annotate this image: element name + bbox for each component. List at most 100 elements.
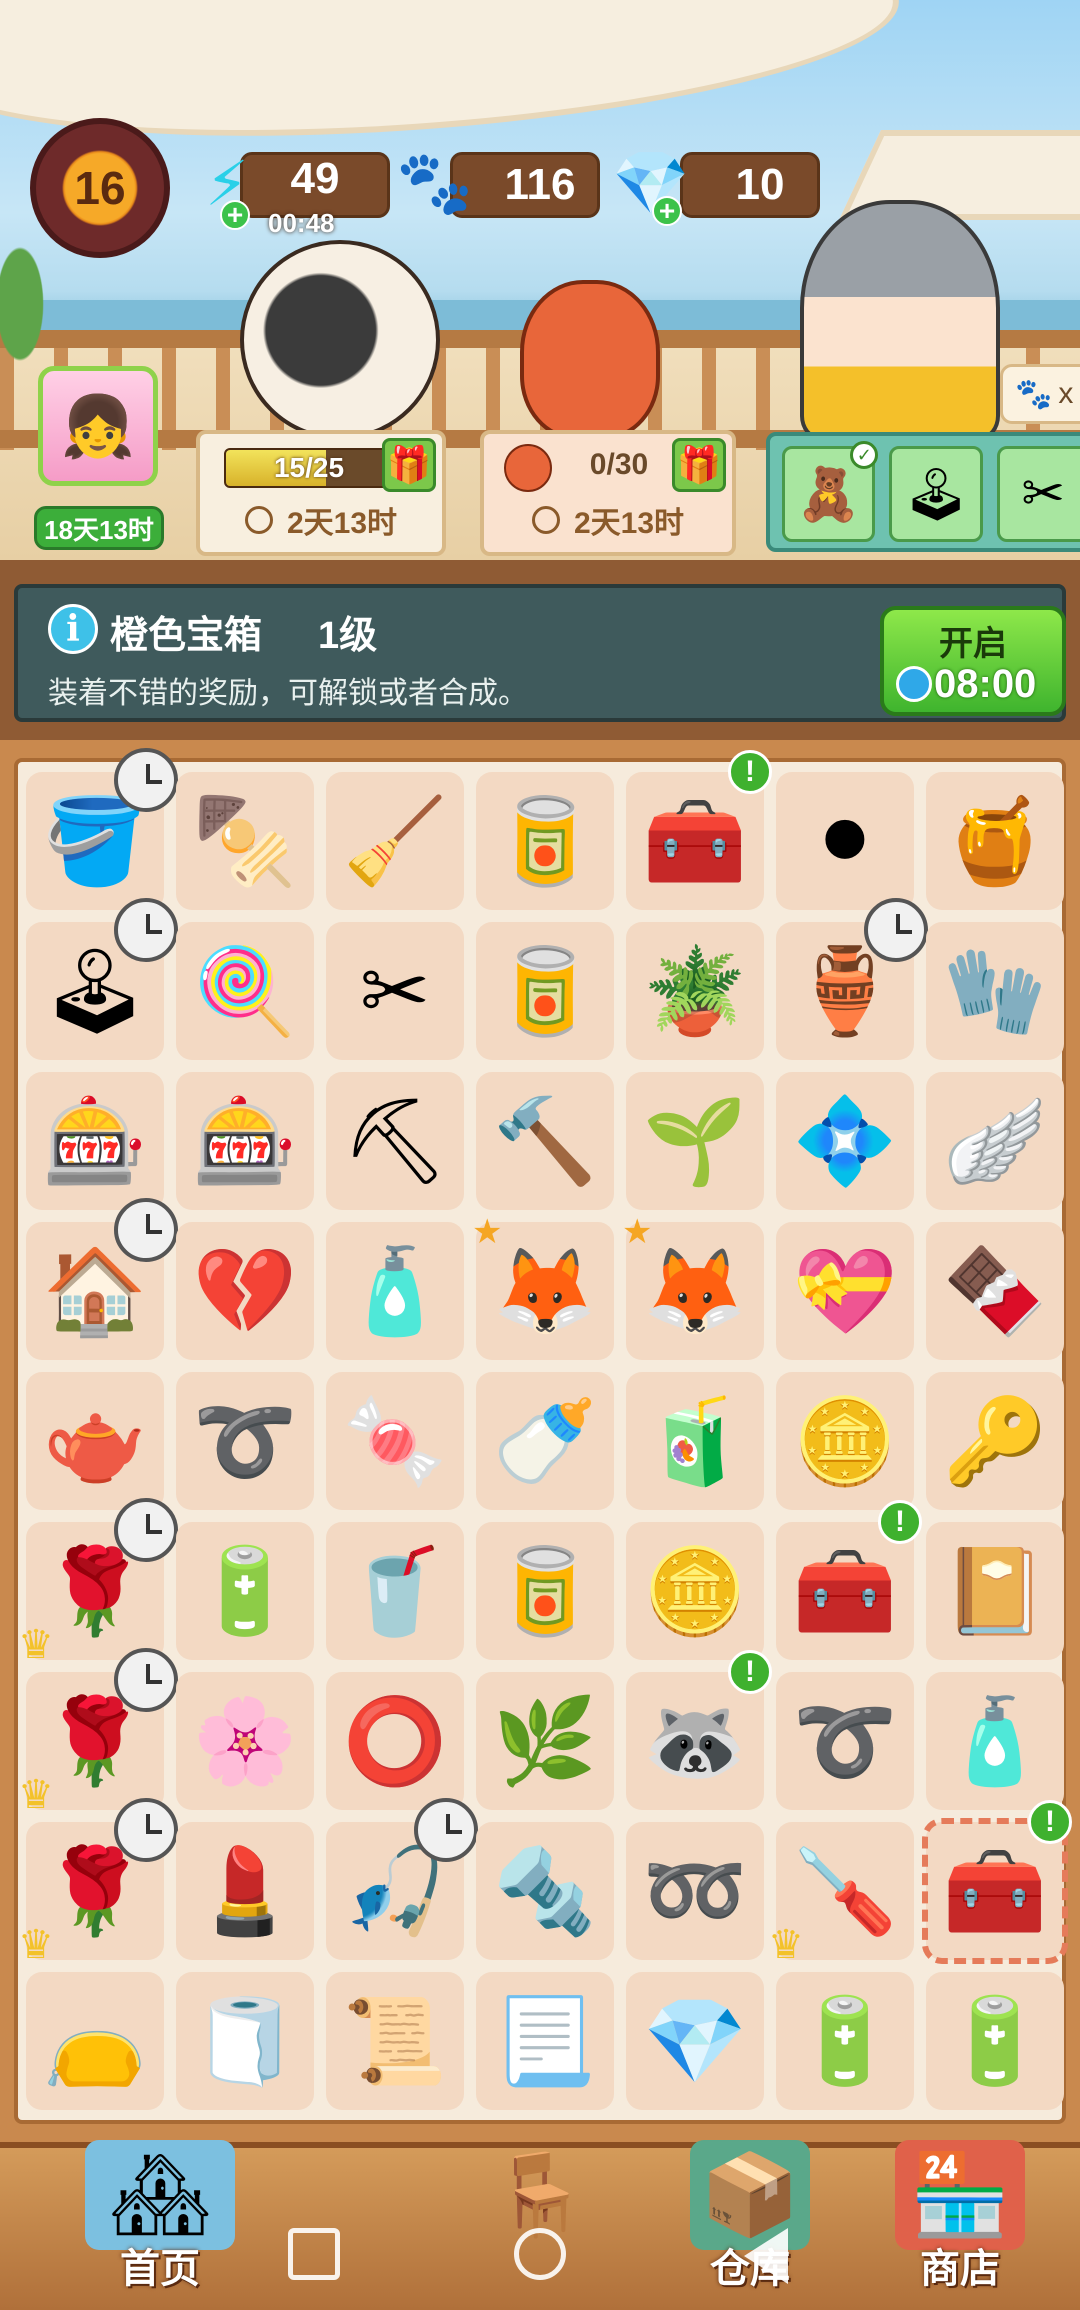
alert-icon: ! bbox=[1028, 1800, 1072, 1844]
nav-shop[interactable]: 🏪 商店 bbox=[880, 2140, 1040, 2310]
board-cell[interactable]: 🍯 bbox=[926, 772, 1064, 910]
board-cell[interactable]: 🎣 bbox=[326, 1798, 478, 1960]
board-cell[interactable]: 🍼 bbox=[476, 1372, 614, 1510]
board-cell[interactable]: 💄 bbox=[176, 1822, 314, 1960]
add-gems-button[interactable]: + bbox=[652, 195, 682, 226]
board-cell[interactable]: 🪛 ♛ bbox=[768, 1822, 914, 1967]
fox-character[interactable] bbox=[520, 280, 660, 440]
order-item-shears[interactable]: ✂ bbox=[996, 446, 1080, 542]
board-cell[interactable]: 🧴 bbox=[926, 1672, 1064, 1810]
board-cell[interactable]: 🌱 bbox=[626, 1072, 764, 1210]
gift-icon[interactable]: 🎁 bbox=[382, 438, 436, 492]
board-cell[interactable]: 🧤 bbox=[926, 922, 1064, 1060]
order-item-claw-frame[interactable]: 🕹 bbox=[889, 446, 983, 542]
board-cell[interactable]: 🪽 bbox=[926, 1072, 1064, 1210]
board-cell[interactable]: 💠 bbox=[776, 1072, 914, 1210]
board-cell[interactable]: 🍫 bbox=[926, 1222, 1064, 1360]
info-icon[interactable]: i bbox=[48, 604, 98, 654]
item-description: 装着不错的奖励，可解锁或者合成。 bbox=[48, 677, 528, 710]
board-cell[interactable]: 🔋 bbox=[776, 1972, 914, 2110]
board-cell[interactable]: 🦊 ★ bbox=[472, 1213, 614, 1360]
board-cell[interactable]: 🧰! bbox=[626, 750, 772, 910]
board-cell[interactable]: ⚫ bbox=[776, 772, 914, 910]
order-item-pink-cushion[interactable]: 🧸 ✓ bbox=[782, 441, 879, 542]
board-cell[interactable]: ➰ bbox=[176, 1372, 314, 1510]
board-cell[interactable]: 💝 bbox=[776, 1222, 914, 1360]
nav-home[interactable]: 🏘 首页 bbox=[40, 2140, 280, 2310]
event-card-cat[interactable]: 15/25 🎁 2天13时 bbox=[196, 430, 446, 556]
order-panel[interactable]: 🧸 ✓ 🕹 ✂ bbox=[766, 432, 1080, 552]
board-cell[interactable]: 🔋 bbox=[176, 1522, 314, 1660]
board-cell[interactable]: 📔 bbox=[926, 1522, 1064, 1660]
board-cell[interactable]: 🌿 bbox=[476, 1672, 614, 1810]
board-cell[interactable]: 🪙 bbox=[626, 1522, 764, 1660]
board-cell[interactable]: ✂ bbox=[326, 922, 464, 1060]
board-cell[interactable]: ⭕ bbox=[326, 1672, 464, 1810]
sprout-pot-icon: 🌱 bbox=[642, 1092, 748, 1190]
cobweb-pot-icon: 🍯 bbox=[942, 792, 1048, 890]
claw-machine-frame-icon: 🕹 bbox=[41, 942, 149, 1040]
board-cell[interactable]: 🫖 bbox=[26, 1372, 164, 1510]
board-cell[interactable]: ⛏ bbox=[326, 1072, 464, 1210]
gem-counter[interactable]: 10 bbox=[680, 152, 820, 218]
board-cell[interactable]: 🥫 bbox=[476, 772, 614, 910]
board-cell[interactable]: 🪙 bbox=[776, 1372, 914, 1510]
board-cell[interactable]: 🦊 ★ bbox=[622, 1213, 764, 1360]
bottom-nav-bar: 🏘 首页 🪑 📦 仓库 🏪 商店 bbox=[0, 2140, 1080, 2310]
event-card-fox[interactable]: 0/30 🎁 2天13时 bbox=[480, 430, 736, 556]
board-cell[interactable]: 🥤 bbox=[326, 1522, 464, 1660]
board-cell[interactable]: 🌹 ♛ bbox=[18, 1498, 178, 1667]
board-cell[interactable]: 🏺 bbox=[776, 898, 928, 1060]
add-energy-button[interactable]: + bbox=[220, 199, 250, 230]
metal-tube-icon: 🔩 bbox=[492, 1842, 598, 1940]
board-cell[interactable]: 🧴 bbox=[326, 1222, 464, 1360]
board-cell[interactable]: 🧹 bbox=[326, 772, 464, 910]
gold-scraps-icon: 📜 bbox=[342, 1992, 448, 2090]
gift-icon[interactable]: 🎁 bbox=[672, 438, 726, 492]
gold-scrap-icon: 📃 bbox=[492, 1992, 598, 2090]
board-cell[interactable]: 🧻 bbox=[176, 1972, 314, 2110]
fox-keychain-icon: 🔑 bbox=[942, 1392, 1048, 1490]
player-level-badge[interactable]: 16 bbox=[30, 118, 170, 258]
board-cell[interactable]: 🕹 bbox=[26, 898, 178, 1060]
board-cell[interactable]: ➿ bbox=[626, 1822, 764, 1960]
event-time-row: 2天13时 bbox=[484, 498, 732, 542]
board-cell[interactable]: 🍭 bbox=[176, 922, 314, 1060]
board-cell[interactable]: 🔋 bbox=[926, 1972, 1064, 2110]
board-cell[interactable]: 🧰! bbox=[922, 1800, 1072, 1964]
top-scene: 16 49 ⚡ + 00:48 116 🐾 10 💎 + 👧 18天13时 15… bbox=[0, 0, 1080, 560]
board-cell[interactable]: 🥫 bbox=[476, 922, 614, 1060]
board-cell[interactable]: 🦝! bbox=[626, 1650, 772, 1810]
board-cell[interactable]: 🌹 ♛ bbox=[18, 1798, 178, 1967]
open-chest-button[interactable]: 开启 08:00 bbox=[880, 606, 1066, 716]
board-cell[interactable]: ➰ bbox=[776, 1672, 914, 1810]
cat-girl-character[interactable] bbox=[800, 200, 1000, 440]
board-cell[interactable]: 🏠 bbox=[26, 1198, 178, 1360]
board-cell[interactable]: 🥫 bbox=[476, 1522, 614, 1660]
system-home-button[interactable] bbox=[514, 2228, 566, 2280]
board-cell[interactable]: 💔 bbox=[176, 1222, 314, 1360]
system-back-button[interactable] bbox=[744, 2228, 788, 2284]
board-cell[interactable]: 🍬 bbox=[326, 1372, 464, 1510]
board-cell[interactable]: 🧃 bbox=[626, 1372, 764, 1510]
board-cell[interactable]: 🧰! bbox=[776, 1500, 922, 1660]
board-cell[interactable]: 🌸 bbox=[176, 1672, 314, 1810]
board-cell[interactable]: 🪣 bbox=[26, 748, 178, 910]
board-cell[interactable]: 🔩 bbox=[476, 1822, 614, 1960]
board-cell[interactable]: 👝 bbox=[26, 1972, 164, 2110]
board-cell[interactable]: 🌹 ♛ bbox=[18, 1648, 178, 1817]
board-cell[interactable]: 🎰 bbox=[176, 1072, 314, 1210]
board-cell[interactable]: 💎 bbox=[626, 1972, 764, 2110]
pet-collar-icon: ⭕ bbox=[342, 1692, 448, 1790]
board-cell[interactable]: 🎰 bbox=[26, 1072, 164, 1210]
system-recents-button[interactable] bbox=[288, 2228, 340, 2280]
board-cell[interactable]: 🔨 bbox=[476, 1072, 614, 1210]
calico-cat-character[interactable] bbox=[240, 240, 440, 440]
board-cell[interactable]: 🪴 bbox=[626, 922, 764, 1060]
board-cell[interactable]: 📃 bbox=[476, 1972, 614, 2110]
board-cell[interactable]: 🍢 bbox=[176, 772, 314, 910]
stopwatch-icon bbox=[114, 1198, 178, 1262]
board-cell[interactable]: 📜 bbox=[326, 1972, 464, 2110]
player-avatar[interactable]: 👧 bbox=[38, 366, 158, 486]
board-cell[interactable]: 🔑 bbox=[926, 1372, 1064, 1510]
